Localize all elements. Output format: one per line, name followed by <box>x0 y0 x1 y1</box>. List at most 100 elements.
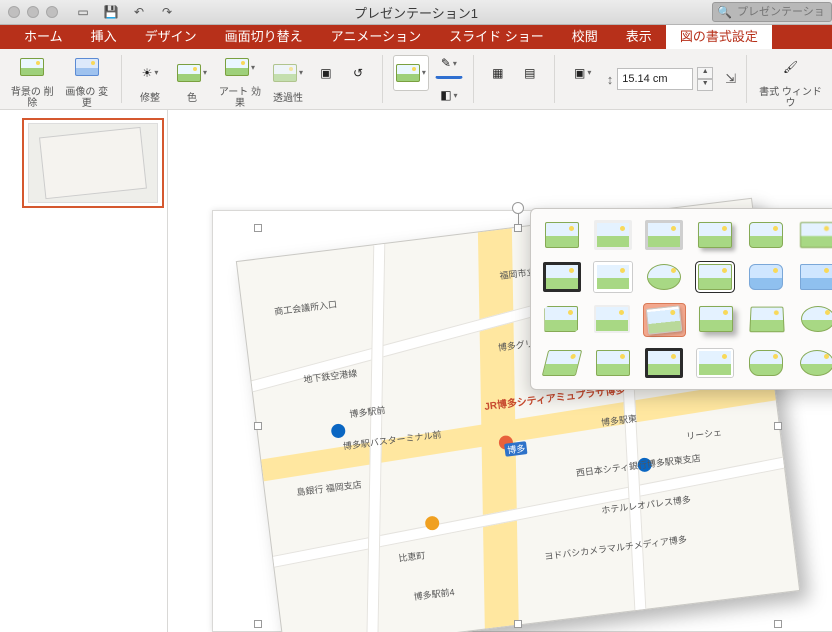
ribbon-tabs: ホーム 挿入 デザイン 画面切り替え アニメーション スライド ショー 校閲 表… <box>0 25 832 49</box>
slide-thumbnail-1[interactable] <box>22 118 164 208</box>
transparency-button[interactable]: ▾ <box>270 55 306 91</box>
style-rotated-white[interactable] <box>643 303 686 337</box>
minimize-window-icon[interactable] <box>27 6 39 18</box>
style-simple-frame[interactable] <box>541 219 582 251</box>
artistic-effects-label: アート 効果 <box>216 87 264 109</box>
arrange-button[interactable]: ▦ <box>484 59 512 87</box>
align-button[interactable]: ▤ <box>516 59 544 87</box>
remove-background-button[interactable] <box>14 49 50 85</box>
style-simple-frame-white[interactable] <box>592 261 633 293</box>
tab-insert[interactable]: 挿入 <box>77 22 131 49</box>
style-beveled-matte[interactable] <box>592 219 633 251</box>
style-reflected-bevel-black[interactable] <box>643 347 684 379</box>
resize-handle-e[interactable] <box>774 422 782 430</box>
resize-handle-sw[interactable] <box>254 620 262 628</box>
map-label: 商工会議所入口 <box>274 297 338 318</box>
titlebar: ▭ 💾 ↶ ↷ プレゼンテーション1 🔍 <box>0 0 832 25</box>
map-label: リーシェ <box>685 425 722 442</box>
map-label: 島銀行 福岡支店 <box>296 477 363 498</box>
style-soft-edge-oval[interactable] <box>797 303 832 335</box>
compress-pictures-button[interactable]: ▣ <box>312 59 340 87</box>
tab-transitions[interactable]: 画面切り替え <box>211 22 317 49</box>
resize-handle-w[interactable] <box>254 422 262 430</box>
color-label: 色 <box>187 93 197 104</box>
redo-icon[interactable]: ↷ <box>156 3 178 21</box>
corrections-button[interactable]: ☀▾ <box>132 55 168 91</box>
save-icon[interactable]: 💾 <box>100 3 122 21</box>
style-bevel-perspective[interactable] <box>541 347 582 379</box>
corrections-label: 修整 <box>140 93 160 104</box>
tab-design[interactable]: デザイン <box>131 22 211 49</box>
lock-aspect-icon[interactable]: ⇲ <box>725 71 736 87</box>
chevron-down-icon: ▾ <box>154 68 158 77</box>
style-reflected-round[interactable] <box>746 219 787 251</box>
search-input[interactable] <box>735 5 827 19</box>
resize-handle-nw[interactable] <box>254 224 262 232</box>
style-metal-oval[interactable] <box>797 347 832 379</box>
ribbon-toolbar: 背景の 削除 画像の 変更 ☀▾ 修整 ▾ 色 ▾ アート 効果 ▾ 透過性 ▣… <box>0 49 832 110</box>
chevron-down-icon: ▾ <box>251 63 255 72</box>
color-button[interactable]: ▾ <box>174 55 210 91</box>
height-input[interactable]: 15.14 cm <box>617 68 693 90</box>
format-pane-button[interactable]: 🖌 <box>773 49 809 85</box>
resize-handle-se[interactable] <box>774 620 782 628</box>
style-snip-diagonal[interactable] <box>541 303 582 335</box>
style-perspective-shadow[interactable] <box>696 303 737 335</box>
style-thick-matte-black[interactable] <box>541 261 582 293</box>
tab-picture-format[interactable]: 図の書式設定 <box>666 22 772 49</box>
picture-styles-gallery-button[interactable]: ▾ <box>393 55 429 91</box>
map-pin <box>330 424 346 440</box>
picture-effects-button[interactable]: ◧▾ <box>435 81 463 109</box>
style-relaxed-perspective[interactable] <box>746 303 787 335</box>
undo-icon[interactable]: ↶ <box>128 3 150 21</box>
style-center-shadow[interactable] <box>797 261 832 293</box>
style-beveled-oval-black[interactable] <box>643 261 684 293</box>
thumbnail-preview <box>28 123 158 203</box>
size-group: ↕ 15.14 cm ▲ ▼ <box>607 67 714 91</box>
resize-handle-s[interactable] <box>514 620 522 628</box>
separator <box>473 55 474 103</box>
style-soft-edge[interactable] <box>797 219 832 251</box>
tab-animations[interactable]: アニメーション <box>317 22 435 49</box>
tab-view[interactable]: 表示 <box>612 22 666 49</box>
chevron-down-icon: ▾ <box>299 68 303 77</box>
picture-border-button[interactable]: ✎▾ <box>435 49 463 79</box>
style-compound-frame-black[interactable] <box>694 261 735 293</box>
slide-thumbnails-panel[interactable]: 1 <box>0 110 168 632</box>
style-moderate-frame-black[interactable] <box>746 261 787 293</box>
zoom-window-icon[interactable] <box>46 6 58 18</box>
height-icon: ↕ <box>607 72 614 87</box>
search-box[interactable]: 🔍 <box>712 2 832 22</box>
window-controls <box>8 6 58 18</box>
tab-home[interactable]: ホーム <box>10 22 77 49</box>
picture-styles-gallery <box>530 208 832 390</box>
autosave-icon[interactable]: ▭ <box>72 3 94 21</box>
chevron-down-icon: ▾ <box>422 68 426 77</box>
chevron-down-icon: ▾ <box>454 91 458 100</box>
height-value: 15.14 cm <box>622 73 667 85</box>
style-reflected-bevel-white[interactable] <box>694 347 735 379</box>
change-picture-label: 画像の 変更 <box>63 87 112 109</box>
reset-picture-button[interactable]: ↺ <box>344 59 372 87</box>
artistic-effects-button[interactable]: ▾ <box>222 49 258 85</box>
style-metal-frame[interactable] <box>643 219 684 251</box>
tab-slideshow[interactable]: スライド ショー <box>435 22 558 49</box>
style-reflected-bevel[interactable] <box>592 347 633 379</box>
separator <box>554 55 555 103</box>
style-metal-rounded[interactable] <box>746 347 787 379</box>
map-label: 博多駅前4 <box>413 585 455 603</box>
resize-handle-n[interactable] <box>514 224 522 232</box>
tab-review[interactable]: 校閲 <box>558 22 612 49</box>
separator <box>121 55 122 103</box>
change-picture-button[interactable] <box>69 49 105 85</box>
chevron-down-icon: ▾ <box>587 68 591 77</box>
style-drop-shadow[interactable] <box>694 219 735 251</box>
height-step-up[interactable]: ▲ <box>697 67 713 79</box>
slide-canvas[interactable]: 商工会議所入口 博多グリーンホテル2号館 JR博多シティアミュプラザ博多 博多駅… <box>168 110 832 632</box>
close-window-icon[interactable] <box>8 6 20 18</box>
crop-button[interactable]: ▣▾ <box>565 55 601 91</box>
height-step-down[interactable]: ▼ <box>697 79 713 91</box>
rotation-handle[interactable] <box>512 202 524 214</box>
map-label: 比恵町 <box>398 549 426 565</box>
style-moderate-frame-white[interactable] <box>592 303 633 335</box>
